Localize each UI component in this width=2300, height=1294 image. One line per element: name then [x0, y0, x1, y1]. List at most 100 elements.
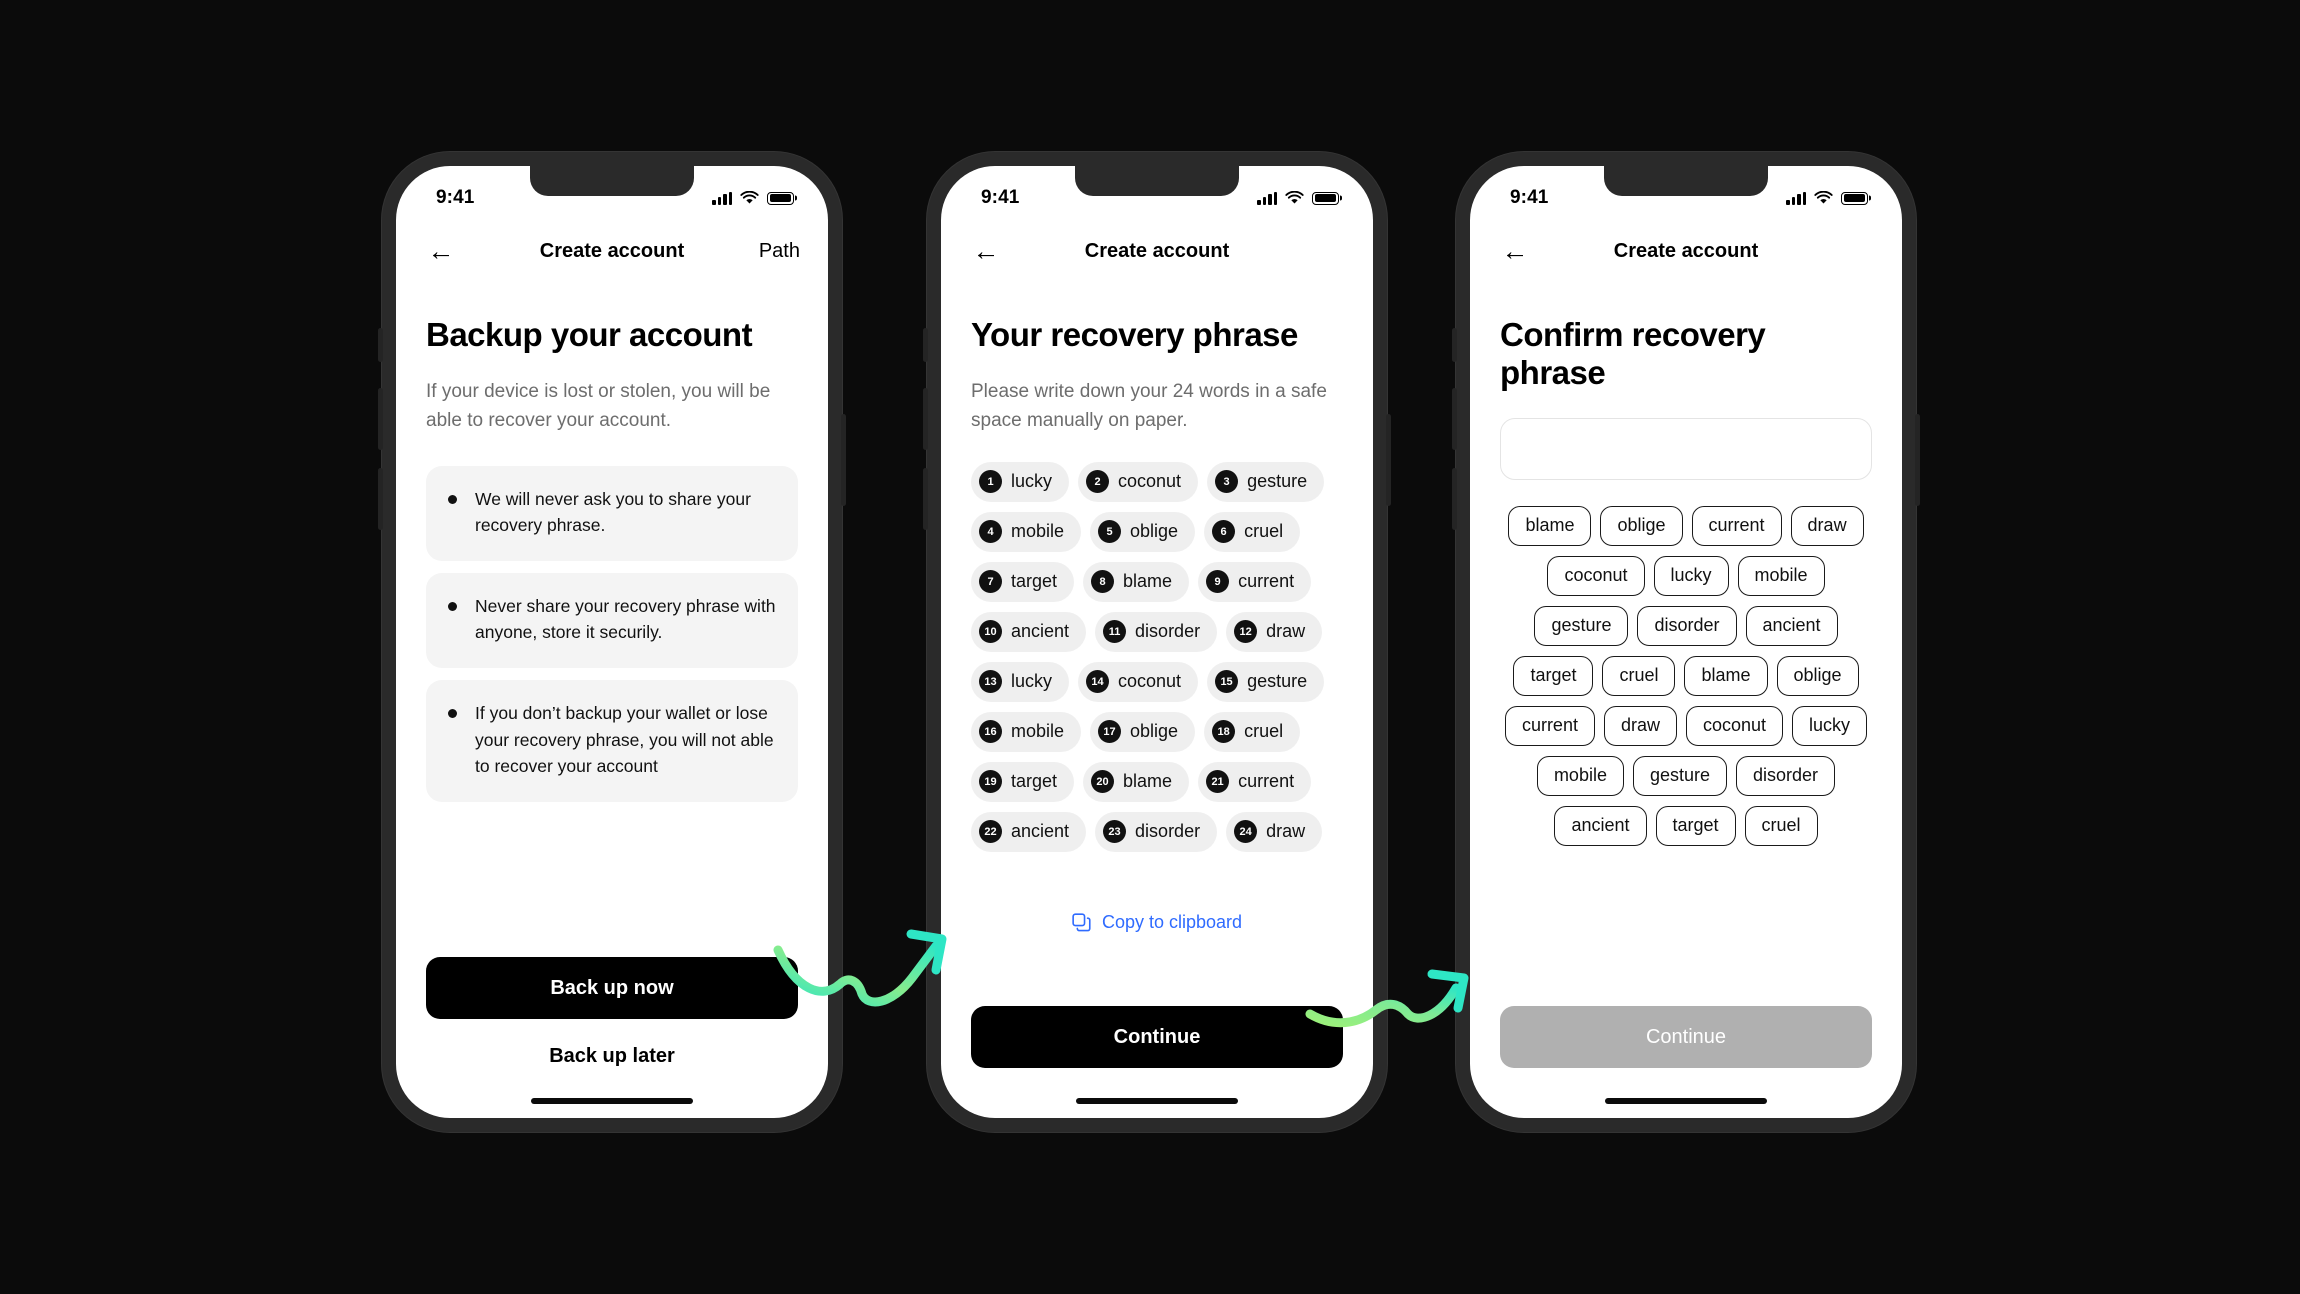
word-choice-chip[interactable]: cruel [1744, 805, 1818, 846]
nav-bar-1: ← Create account Path [396, 220, 828, 282]
power-button[interactable] [1386, 414, 1391, 506]
word-choice-chip[interactable]: coconut [1685, 705, 1784, 746]
word-choice-chip[interactable]: blame [1508, 505, 1592, 546]
recovery-word-chip[interactable]: 7 target [971, 561, 1075, 602]
phone-mockup-3: 9:41 ← Create account Confirm recovery p… [1452, 152, 1920, 1132]
home-indicator[interactable] [1076, 1098, 1238, 1104]
word-choice-chip[interactable]: gesture [1534, 605, 1629, 646]
continue-button-disabled[interactable]: Continue [1500, 1006, 1872, 1068]
screen-confirm-recovery-phrase: 9:41 ← Create account Confirm recovery p… [1470, 166, 1902, 1118]
volume-up-button[interactable] [923, 388, 928, 450]
word-choice-chip[interactable]: draw [1603, 705, 1677, 746]
recovery-word-chip[interactable]: 10 ancient [971, 611, 1087, 652]
nav-right-action-path[interactable]: Path [759, 240, 800, 263]
recovery-word-chip[interactable]: 21 current [1198, 761, 1312, 802]
word-choice-chip[interactable]: current [1691, 505, 1782, 546]
back-up-now-button[interactable]: Back up now [426, 957, 798, 1019]
word-label: disorder [1135, 821, 1201, 842]
power-button[interactable] [1915, 414, 1920, 506]
copy-to-clipboard-button[interactable]: Copy to clipboard [971, 912, 1343, 933]
recovery-word-chip[interactable]: 3 gesture [1207, 461, 1325, 502]
page-subtitle-2: Please write down your 24 words in a saf… [971, 380, 1327, 431]
volume-down-button[interactable] [1452, 468, 1457, 530]
word-label: coconut [1118, 471, 1182, 492]
word-label: oblige [1130, 521, 1179, 542]
flex-spacer [1500, 846, 1872, 1006]
wifi-icon [1814, 191, 1833, 204]
recovery-word-chip[interactable]: 17 oblige [1090, 711, 1196, 752]
word-choice-chip[interactable]: oblige [1600, 505, 1683, 546]
mute-switch[interactable] [1452, 328, 1457, 362]
page-title-3: Confirm recovery phrase [1500, 316, 1766, 391]
recovery-word-chip[interactable]: 2 coconut [1078, 461, 1199, 502]
continue-button[interactable]: Continue [971, 1006, 1343, 1068]
recovery-word-chip[interactable]: 15 gesture [1207, 661, 1325, 702]
word-choice-chip[interactable]: disorder [1736, 755, 1836, 796]
word-label: current [1238, 771, 1295, 792]
home-indicator[interactable] [531, 1098, 693, 1104]
word-choice-chip[interactable]: ancient [1554, 805, 1647, 846]
word-label: disorder [1135, 621, 1201, 642]
word-choice-list: blame oblige current draw coconut lucky mobile… [1500, 505, 1872, 846]
recovery-word-chip[interactable]: 4 mobile [971, 511, 1082, 552]
word-choice-chip[interactable]: mobile [1737, 555, 1825, 596]
word-choice-chip[interactable]: cruel [1602, 655, 1676, 696]
recovery-word-chip[interactable]: 14 coconut [1078, 661, 1199, 702]
recovery-word-chip[interactable]: 11 disorder [1095, 611, 1218, 652]
word-label: gesture [1247, 471, 1308, 492]
recovery-word-chip[interactable]: 24 draw [1226, 811, 1323, 852]
mute-switch[interactable] [378, 328, 383, 362]
recovery-word-chip[interactable]: 1 lucky [971, 461, 1070, 502]
arrow-left-icon[interactable]: ← [1498, 234, 1532, 268]
word-label: mobile [1011, 721, 1065, 742]
recovery-word-chip[interactable]: 18 cruel [1204, 711, 1301, 752]
recovery-word-chip[interactable]: 6 cruel [1204, 511, 1301, 552]
back-up-later-button[interactable]: Back up later [549, 1045, 675, 1068]
power-button[interactable] [841, 414, 846, 506]
flex-spacer [426, 802, 798, 957]
word-choice-chip[interactable]: oblige [1776, 655, 1859, 696]
word-choice-chip[interactable]: coconut [1547, 555, 1645, 596]
nav-title: Create account [1084, 239, 1230, 262]
recovery-word-chip[interactable]: 12 draw [1226, 611, 1323, 652]
arrow-left-icon[interactable]: ← [969, 234, 1003, 268]
recovery-word-chip[interactable]: 13 lucky [971, 661, 1070, 702]
volume-up-button[interactable] [1452, 388, 1457, 450]
home-indicator[interactable] [1605, 1098, 1767, 1104]
recovery-word-chip[interactable]: 5 oblige [1090, 511, 1196, 552]
word-choice-chip[interactable]: disorder [1637, 605, 1737, 646]
recovery-phrase-input[interactable] [1500, 417, 1872, 480]
recovery-word-chip[interactable]: 9 current [1198, 561, 1312, 602]
wifi-icon [1285, 191, 1304, 204]
volume-down-button[interactable] [378, 468, 383, 530]
recovery-word-chip[interactable]: 8 blame [1083, 561, 1190, 602]
recovery-word-chip[interactable]: 19 target [971, 761, 1075, 802]
word-label: blame [1123, 571, 1173, 592]
word-choice-chip[interactable]: mobile [1536, 755, 1624, 796]
word-choice-chip[interactable]: draw [1790, 505, 1864, 546]
word-choice-chip[interactable]: blame [1684, 655, 1768, 696]
word-choice-chip[interactable]: current [1504, 705, 1595, 746]
word-choice-chip[interactable]: lucky [1653, 555, 1729, 596]
bullet-dot-icon [448, 494, 457, 504]
mute-switch[interactable] [923, 328, 928, 362]
word-label: cruel [1244, 721, 1284, 742]
recovery-word-chip[interactable]: 16 mobile [971, 711, 1082, 752]
screen-footer-1: Back up now Back up later [426, 957, 798, 1118]
word-index-badge: 23 [1103, 820, 1127, 844]
word-choice-chip[interactable]: target [1655, 805, 1736, 846]
recovery-word-chip[interactable]: 22 ancient [971, 811, 1087, 852]
volume-down-button[interactable] [923, 468, 928, 530]
volume-up-button[interactable] [378, 388, 383, 450]
screen-footer-3: Continue [1500, 1006, 1872, 1118]
battery-icon [1312, 191, 1339, 205]
recovery-word-chip[interactable]: 20 blame [1083, 761, 1190, 802]
word-choice-chip[interactable]: lucky [1792, 705, 1868, 746]
arrow-left-icon[interactable]: ← [424, 234, 458, 268]
word-choice-chip[interactable]: target [1513, 655, 1594, 696]
status-time: 9:41 [1510, 187, 1549, 208]
word-choice-chip[interactable]: gesture [1632, 755, 1728, 796]
word-label: oblige [1130, 721, 1179, 742]
recovery-word-chip[interactable]: 23 disorder [1095, 811, 1218, 852]
word-choice-chip[interactable]: ancient [1745, 605, 1838, 646]
